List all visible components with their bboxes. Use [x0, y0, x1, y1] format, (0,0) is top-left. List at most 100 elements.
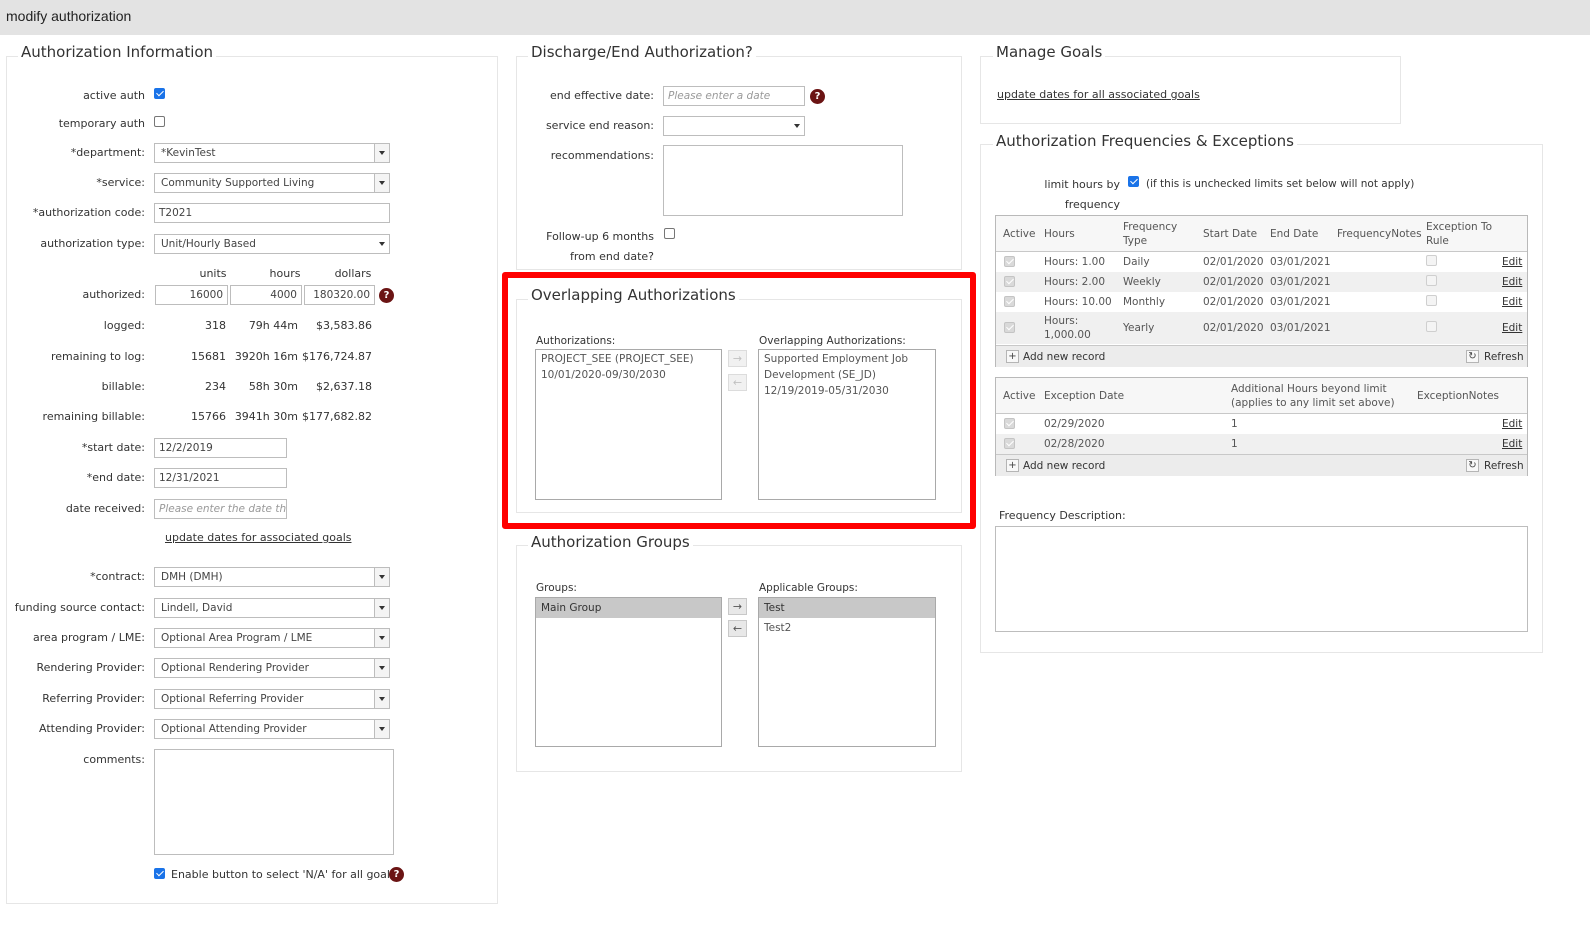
- grid-footer: + Add new record ↻ Refresh: [996, 345, 1527, 367]
- refresh-button[interactable]: Refresh: [1484, 460, 1524, 472]
- chevron-down-icon[interactable]: [379, 235, 385, 253]
- chevron-down-icon[interactable]: [374, 568, 389, 586]
- col-exception-date: Exception Date: [1044, 390, 1125, 402]
- add-new-record-button[interactable]: Add new record: [1023, 460, 1105, 472]
- help-icon[interactable]: ?: [389, 867, 404, 882]
- area-program-select[interactable]: Optional Area Program / LME: [154, 628, 390, 648]
- edit-link[interactable]: Edit: [1502, 322, 1522, 334]
- row-start: 02/01/2020: [1203, 256, 1264, 268]
- billable-units: 234: [205, 380, 226, 393]
- col-end-date: End Date: [1270, 228, 1319, 240]
- rendering-provider-value: Optional Rendering Provider: [161, 662, 309, 674]
- exception-grid: Active Exception Date Additional Hours b…: [995, 377, 1528, 476]
- list-item[interactable]: Test: [759, 598, 935, 618]
- col-hours: Hours: [1044, 228, 1075, 240]
- move-left-button[interactable]: ←: [728, 620, 747, 637]
- table-row: 02/29/2020 1 Edit: [996, 414, 1527, 434]
- refresh-button[interactable]: Refresh: [1484, 351, 1524, 363]
- list-item[interactable]: PROJECT_SEE (PROJECT_SEE) 10/01/2020-09/…: [536, 350, 721, 384]
- overlapping-legend: Overlapping Authorizations: [528, 286, 739, 304]
- rendering-provider-select[interactable]: Optional Rendering Provider: [154, 658, 390, 678]
- comments-textarea[interactable]: [154, 749, 394, 855]
- row-exception-checkbox: [1426, 275, 1437, 286]
- recommendations-textarea[interactable]: [663, 145, 903, 216]
- remaining-log-units: 15681: [191, 350, 226, 363]
- edit-link[interactable]: Edit: [1502, 276, 1522, 288]
- col-active: Active: [1003, 390, 1036, 402]
- groups-listbox[interactable]: Main Group: [535, 597, 722, 747]
- chevron-down-icon[interactable]: [374, 174, 389, 192]
- list-item[interactable]: Test2: [759, 618, 935, 638]
- remaining-log-label: remaining to log:: [50, 350, 145, 363]
- contract-value: DMH (DMH): [161, 571, 223, 583]
- referring-provider-value: Optional Referring Provider: [161, 693, 304, 705]
- move-left-button[interactable]: ←: [728, 374, 747, 391]
- auth-code-input[interactable]: T2021: [154, 203, 390, 223]
- chevron-down-icon[interactable]: [374, 690, 389, 708]
- overlapping-listbox[interactable]: Supported Employment Job Development (SE…: [758, 349, 936, 500]
- service-select[interactable]: Community Supported Living: [154, 173, 390, 193]
- table-row: Hours: 1.00 Daily 02/01/2020 03/01/2021 …: [996, 252, 1527, 272]
- authorized-hours-input[interactable]: 4000: [230, 285, 302, 305]
- billable-dollars: $2,637.18: [316, 380, 372, 393]
- row-hours: Hours: 2.00: [1044, 276, 1106, 288]
- refresh-icon[interactable]: ↻: [1466, 350, 1479, 363]
- temporary-auth-checkbox[interactable]: [154, 116, 165, 127]
- row-start: 02/01/2020: [1203, 296, 1264, 308]
- refresh-icon[interactable]: ↻: [1466, 459, 1479, 472]
- edit-link[interactable]: Edit: [1502, 296, 1522, 308]
- referring-provider-select[interactable]: Optional Referring Provider: [154, 689, 390, 709]
- edit-link[interactable]: Edit: [1502, 256, 1522, 268]
- followup-checkbox[interactable]: [664, 228, 675, 239]
- chevron-down-icon[interactable]: [374, 720, 389, 738]
- update-all-goals-link[interactable]: update dates for all associated goals: [997, 88, 1200, 101]
- list-item[interactable]: Main Group: [536, 598, 721, 618]
- chevron-down-icon[interactable]: [374, 144, 389, 162]
- edit-link[interactable]: Edit: [1502, 438, 1522, 450]
- rendering-provider-label: Rendering Provider:: [36, 661, 145, 674]
- auth-type-select[interactable]: Unit/Hourly Based: [154, 234, 390, 254]
- move-right-button[interactable]: →: [728, 350, 747, 367]
- chevron-down-icon[interactable]: [374, 599, 389, 617]
- plus-icon[interactable]: +: [1006, 350, 1019, 363]
- date-received-input[interactable]: Please enter the date the au: [154, 499, 287, 519]
- chevron-down-icon[interactable]: [794, 117, 800, 135]
- active-auth-checkbox[interactable]: [154, 88, 165, 99]
- update-dates-associated-goals-link[interactable]: update dates for associated goals: [165, 531, 351, 544]
- table-row: Hours: 1,000.00 Yearly 02/01/2020 03/01/…: [996, 312, 1527, 344]
- authorized-units-input[interactable]: 16000: [155, 285, 228, 305]
- move-right-button[interactable]: →: [728, 598, 747, 615]
- groups-legend: Authorization Groups: [528, 533, 693, 551]
- help-icon[interactable]: ?: [379, 288, 394, 303]
- contract-select[interactable]: DMH (DMH): [154, 567, 390, 587]
- date-received-label: date received:: [65, 502, 145, 515]
- end-date-input[interactable]: 12/31/2021: [154, 468, 287, 488]
- applicable-groups-listbox[interactable]: Test Test2: [758, 597, 936, 747]
- start-date-input[interactable]: 12/2/2019: [154, 438, 287, 458]
- limit-hours-checkbox[interactable]: [1128, 176, 1139, 187]
- auth-info-legend: Authorization Information: [18, 43, 217, 61]
- service-end-reason-select[interactable]: [663, 116, 805, 136]
- authorized-dollars-input[interactable]: 180320.00: [304, 285, 375, 305]
- list-item[interactable]: Supported Employment Job Development (SE…: [759, 350, 935, 400]
- plus-icon[interactable]: +: [1006, 459, 1019, 472]
- attending-provider-select[interactable]: Optional Attending Provider: [154, 719, 390, 739]
- row-type: Daily: [1123, 256, 1150, 268]
- col-additional-2: (applies to any limit set above): [1231, 397, 1395, 409]
- area-program-value: Optional Area Program / LME: [161, 632, 313, 644]
- funding-contact-select[interactable]: Lindell, David: [154, 598, 390, 618]
- col-additional-1: Additional Hours beyond limit: [1231, 383, 1387, 395]
- help-icon[interactable]: ?: [810, 89, 825, 104]
- enable-na-checkbox[interactable]: [154, 868, 165, 879]
- chevron-down-icon[interactable]: [374, 659, 389, 677]
- comments-label: comments:: [83, 753, 145, 766]
- edit-link[interactable]: Edit: [1502, 418, 1522, 430]
- end-effective-date-input[interactable]: Please enter a date: [663, 86, 805, 106]
- frequency-description-textarea[interactable]: [995, 526, 1528, 632]
- remaining-billable-units: 15766: [191, 410, 226, 423]
- department-select[interactable]: *KevinTest: [154, 143, 390, 163]
- add-new-record-button[interactable]: Add new record: [1023, 351, 1105, 363]
- authorizations-listbox[interactable]: PROJECT_SEE (PROJECT_SEE) 10/01/2020-09/…: [535, 349, 722, 500]
- row-hours: Hours: 10.00: [1044, 296, 1112, 308]
- chevron-down-icon[interactable]: [374, 629, 389, 647]
